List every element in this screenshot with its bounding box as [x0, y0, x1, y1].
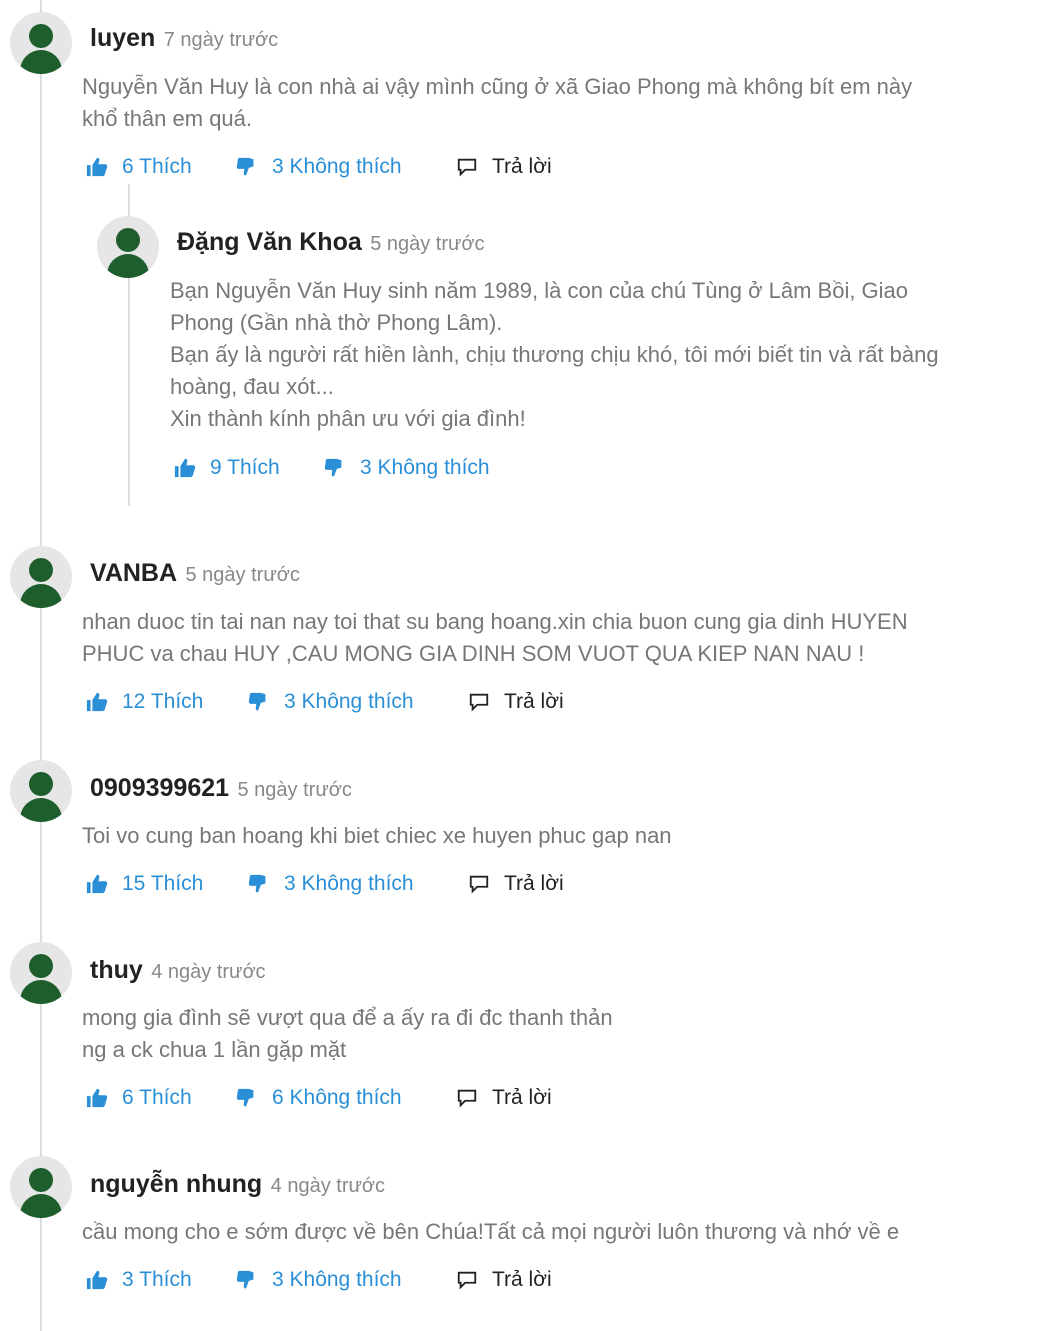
thumbs-up-icon [86, 1270, 108, 1290]
timestamp: 4 ngày trước [270, 1175, 385, 1197]
speech-bubble-icon [469, 693, 489, 712]
thumbs-down-icon [248, 874, 266, 893]
user-avatar[interactable] [10, 546, 72, 608]
timestamp: 5 ngày trước [237, 779, 352, 801]
thumbs-down-icon [248, 692, 266, 711]
comment-header: thuy 4 ngày trước [90, 956, 266, 985]
dislike-count: 3 Không thích [272, 1268, 402, 1291]
user-avatar[interactable] [10, 942, 72, 1004]
comment-header: 0909399621 5 ngày trước [90, 774, 352, 803]
like-button[interactable]: 3 Thích [86, 1265, 192, 1295]
comment-header: luyen 7 ngày trước [90, 24, 278, 53]
like-button[interactable]: 12 Thích [86, 687, 203, 717]
reply-label: Trả lời [504, 690, 564, 713]
thumbs-up-icon [86, 1088, 108, 1108]
user-avatar[interactable] [10, 760, 72, 822]
speech-bubble-icon [457, 1271, 477, 1290]
author-name[interactable]: luyen [90, 24, 155, 52]
author-name[interactable]: thuy [90, 956, 143, 984]
reply-label: Trả lời [492, 1086, 552, 1109]
comment-header: nguyễn nhung 4 ngày trước [90, 1170, 385, 1199]
timestamp: 5 ngày trước [185, 564, 300, 586]
dislike-count: 3 Không thích [284, 872, 414, 895]
dislike-button[interactable]: 6 Không thích [236, 1083, 402, 1113]
comment-text: mong gia đình sẽ vượt qua để a ấy ra đi … [82, 1005, 613, 1062]
dislike-button[interactable]: 3 Không thích [248, 687, 414, 717]
comment-header: VANBA 5 ngày trước [90, 559, 300, 588]
speech-bubble-icon [457, 1089, 477, 1108]
thumbs-down-icon [236, 157, 254, 176]
author-name[interactable]: Đặng Văn Khoa [177, 228, 362, 256]
reply-button[interactable]: Trả lời [456, 152, 552, 182]
thumbs-up-icon [86, 157, 108, 177]
author-name[interactable]: VANBA [90, 559, 177, 587]
thread-line [40, 0, 42, 1331]
dislike-count: 3 Không thích [284, 690, 414, 713]
like-count: 15 Thích [122, 872, 204, 895]
user-avatar[interactable] [10, 12, 72, 74]
reply-button[interactable]: Trả lời [468, 687, 564, 717]
comment-text: cầu mong cho e sớm được về bên Chúa!Tất … [82, 1219, 900, 1244]
speech-bubble-icon [469, 875, 489, 894]
dislike-button[interactable]: 3 Không thích [236, 152, 402, 182]
reply-label: Trả lời [492, 1268, 552, 1291]
thumbs-up-icon [86, 874, 108, 894]
reply-label: Trả lời [504, 872, 564, 895]
comment-text: Bạn Nguyễn Văn Huy sinh năm 1989, là con… [170, 278, 939, 431]
like-count: 9 Thích [210, 456, 280, 479]
user-avatar[interactable] [97, 216, 159, 278]
thumbs-up-icon [86, 692, 108, 712]
dislike-button[interactable]: 3 Không thích [236, 1265, 402, 1295]
thumbs-down-icon [324, 458, 342, 477]
thumbs-down-icon [236, 1270, 254, 1289]
dislike-button[interactable]: 3 Không thích [324, 453, 490, 483]
like-count: 6 Thích [122, 155, 192, 178]
reply-button[interactable]: Trả lời [456, 1265, 552, 1295]
reply-label: Trả lời [492, 155, 552, 178]
like-button[interactable]: 15 Thích [86, 869, 203, 899]
like-button[interactable]: 9 Thích [174, 453, 280, 483]
dislike-count: 3 Không thích [272, 155, 402, 178]
comment-text: Toi vo cung ban hoang khi biet chiec xe … [82, 823, 672, 848]
like-count: 12 Thích [122, 690, 204, 713]
like-button[interactable]: 6 Thích [86, 152, 192, 182]
thumbs-down-icon [236, 1088, 254, 1107]
timestamp: 4 ngày trước [151, 961, 266, 983]
author-name[interactable]: nguyễn nhung [90, 1170, 262, 1198]
timestamp: 5 ngày trước [370, 233, 485, 255]
comment-header: Đặng Văn Khoa 5 ngày trước [177, 228, 485, 257]
like-count: 6 Thích [122, 1086, 192, 1109]
dislike-count: 6 Không thích [272, 1086, 402, 1109]
dislike-count: 3 Không thích [360, 456, 490, 479]
like-button[interactable]: 6 Thích [86, 1083, 192, 1113]
user-avatar[interactable] [10, 1156, 72, 1218]
speech-bubble-icon [457, 158, 477, 177]
timestamp: 7 ngày trước [163, 29, 279, 51]
comment-text: nhan duoc tin tai nan nay toi that su ba… [82, 609, 908, 666]
reply-button[interactable]: Trả lời [456, 1083, 552, 1113]
like-count: 3 Thích [122, 1268, 192, 1291]
dislike-button[interactable]: 3 Không thích [248, 869, 414, 899]
author-name[interactable]: 0909399621 [90, 774, 229, 802]
thumbs-up-icon [174, 458, 196, 478]
reply-button[interactable]: Trả lời [468, 869, 564, 899]
comment-text: Nguyễn Văn Huy là con nhà ai vậy mình cũ… [82, 74, 913, 131]
